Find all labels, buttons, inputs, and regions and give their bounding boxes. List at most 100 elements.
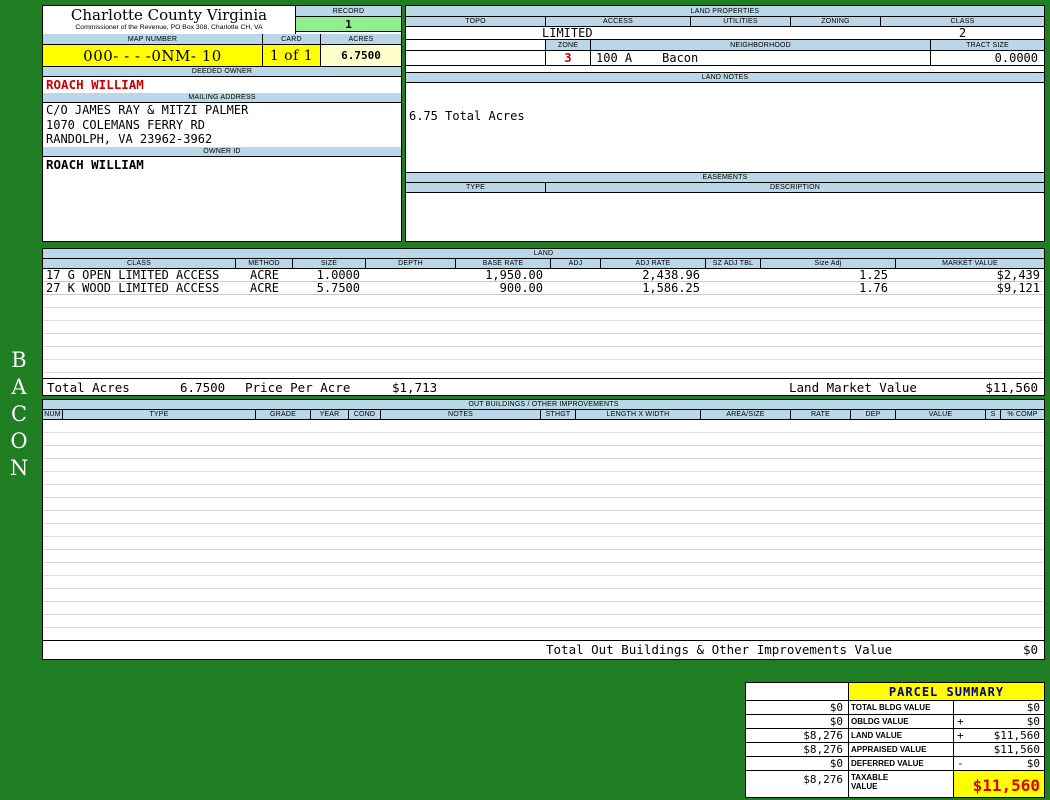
ob-col-pct-comp: % COMP [1001, 410, 1044, 420]
land-cell-depth [366, 269, 456, 281]
neighborhood-header: NEIGHBORHOOD [591, 40, 931, 51]
ps-prior-value: $8,276 [746, 729, 849, 743]
parcel-summary-title: PARCEL SUMMARY [849, 683, 1044, 701]
owner-panel: Charlotte County Virginia Commissioner o… [42, 5, 402, 242]
utilities-header: UTILITIES [691, 17, 791, 27]
land-notes-area: 6.75 Total Acres [406, 83, 1044, 172]
topo-header: TOPO [406, 17, 546, 27]
land-cell-class: 17 G OPEN LIMITED ACCESS [46, 269, 220, 281]
ob-col-sthgt: STHGT [541, 410, 576, 420]
land-cell-base-rate: 900.00 [499, 282, 543, 294]
land-cell-adj [551, 282, 601, 294]
ps-operator: - [957, 757, 964, 770]
out-buildings-table: OUT BUILDINGS / OTHER IMPROVEMENTS NUM T… [42, 399, 1045, 660]
land-col-adj: ADJ [551, 259, 601, 269]
county-header: Charlotte County Virginia Commissioner o… [43, 6, 296, 34]
address-line: C/O JAMES RAY & MITZI PALMER [46, 103, 249, 117]
county-subtitle: Commissioner of the Revenue, PO Box 308,… [75, 24, 263, 31]
land-cell-sz-adj-tbl [706, 269, 761, 281]
ob-col-num: NUM [43, 410, 63, 420]
acres-value: 6.7500 [321, 45, 401, 67]
land-notes-header: LAND NOTES [406, 72, 1044, 83]
out-buildings-header: OUT BUILDINGS / OTHER IMPROVEMENTS [43, 400, 1044, 410]
land-col-adj-rate: ADJ RATE [601, 259, 706, 269]
ob-empty-rows [43, 420, 1044, 640]
neighborhood-value: Bacon [662, 51, 699, 65]
ps-value: + $0 [954, 715, 1044, 729]
land-col-sz-adj-tbl: SZ ADJ TBL [706, 259, 761, 269]
card-header: CARD [263, 34, 321, 45]
ps-amount: $11,560 [972, 775, 1040, 795]
ps-row-obldg: $0 OBLDG VALUE + $0 [746, 715, 1044, 729]
ob-col-type: TYPE [63, 410, 256, 420]
ob-col-year: YEAR [311, 410, 349, 420]
ps-prior-value: $0 [746, 757, 849, 771]
land-col-method: METHOD [236, 259, 293, 269]
county-title: Charlotte County Virginia [70, 6, 268, 24]
land-cell-market-value: $2,439 [996, 269, 1040, 281]
owner-panel-spacer [43, 173, 401, 241]
total-acres-label: Total Acres [47, 380, 130, 395]
ob-col-rate: RATE [791, 410, 851, 420]
card-value: 1 of 1 [263, 45, 321, 67]
land-table-header: LAND [43, 249, 1044, 259]
price-per-acre-value: $1,713 [392, 380, 438, 395]
zoning-header: ZONING [791, 17, 881, 27]
land-properties-header: LAND PROPERTIES [406, 6, 1044, 17]
land-cell-adj [551, 269, 601, 281]
ps-value: $11,560 [954, 743, 1044, 757]
ps-prior-value: $8,276 [746, 743, 849, 757]
land-table: LAND CLASS METHOD SIZE DEPTH BASE RATE A… [42, 248, 1045, 396]
land-cell-sz-adj-tbl [706, 282, 761, 294]
access-value: LIMITED [542, 26, 593, 40]
ps-amount: $0 [1026, 715, 1040, 728]
land-cell-size-adj: 1.76 [859, 282, 888, 294]
ob-totals-row: Total Out Buildings & Other Improvements… [43, 640, 1044, 659]
total-acres-value: 6.7500 [180, 380, 226, 395]
ps-prior-value: $0 [746, 715, 849, 729]
record-box: RECORD 1 [296, 6, 401, 34]
ps-label-text: TAXABLE VALUE [851, 773, 889, 791]
tract-size-value: 0.0000 [994, 51, 1038, 65]
ps-row-land-value: $8,276 LAND VALUE + $11,560 [746, 729, 1044, 743]
ob-total-value: $0 [1022, 642, 1038, 657]
land-cell-class: 27 K WOOD LIMITED ACCESS [46, 282, 220, 294]
zone-value-spacer [406, 51, 546, 65]
zone-code-value: 100 A [596, 51, 633, 65]
record-header: RECORD [296, 6, 401, 17]
ps-prior-value: $0 [746, 701, 849, 715]
mailing-address-block: C/O JAMES RAY & MITZI PALMER 1070 COLEMA… [43, 103, 401, 147]
ps-value: + $11,560 [954, 729, 1044, 743]
ps-label: OBLDG VALUE [849, 715, 954, 729]
ob-col-value: VALUE [896, 410, 986, 420]
ob-col-area-size: AREA/SIZE [701, 410, 791, 420]
district-vertical-label: BACON [7, 348, 31, 483]
acres-header: ACRES [321, 34, 401, 45]
ps-taxable-value: $11,560 [954, 771, 1044, 797]
easements-header: EASEMENTS [406, 172, 1044, 183]
owner-id-value: ROACH WILLIAM [46, 157, 144, 172]
land-cell-market-value: $9,121 [996, 282, 1040, 294]
land-totals-row: Total Acres 6.7500 Price Per Acre $1,713… [43, 378, 1044, 395]
easement-description-header: DESCRIPTION [546, 183, 1044, 193]
ps-row-deferred: $0 DEFERRED VALUE - $0 [746, 757, 1044, 771]
ob-col-cond: COND [349, 410, 381, 420]
land-cell-depth [366, 282, 456, 294]
price-per-acre-label: Price Per Acre [245, 380, 351, 395]
zone-row-spacer [406, 40, 546, 51]
ps-amount: $0 [1026, 701, 1040, 714]
land-cell-base-rate: 1,950.00 [485, 269, 543, 281]
land-market-value-label: Land Market Value [789, 380, 917, 395]
address-line: 1070 COLEMANS FERRY RD [46, 117, 205, 132]
ps-label: TAXABLE VALUE [849, 771, 954, 797]
easements-area [406, 193, 1044, 241]
deeded-owner-header: DEEDED OWNER [43, 67, 401, 77]
class-value: 2 [958, 26, 967, 40]
ob-col-notes: NOTES [381, 410, 541, 420]
land-market-value-value: $11,560 [985, 380, 1038, 395]
parcel-summary: PARCEL SUMMARY $0 TOTAL BLDG VALUE $0 $0… [745, 682, 1045, 798]
ob-col-grade: GRADE [256, 410, 311, 420]
land-cell-size: 5.7500 [316, 282, 360, 294]
land-col-depth: DEPTH [366, 259, 456, 269]
ps-amount: $0 [1026, 757, 1040, 770]
